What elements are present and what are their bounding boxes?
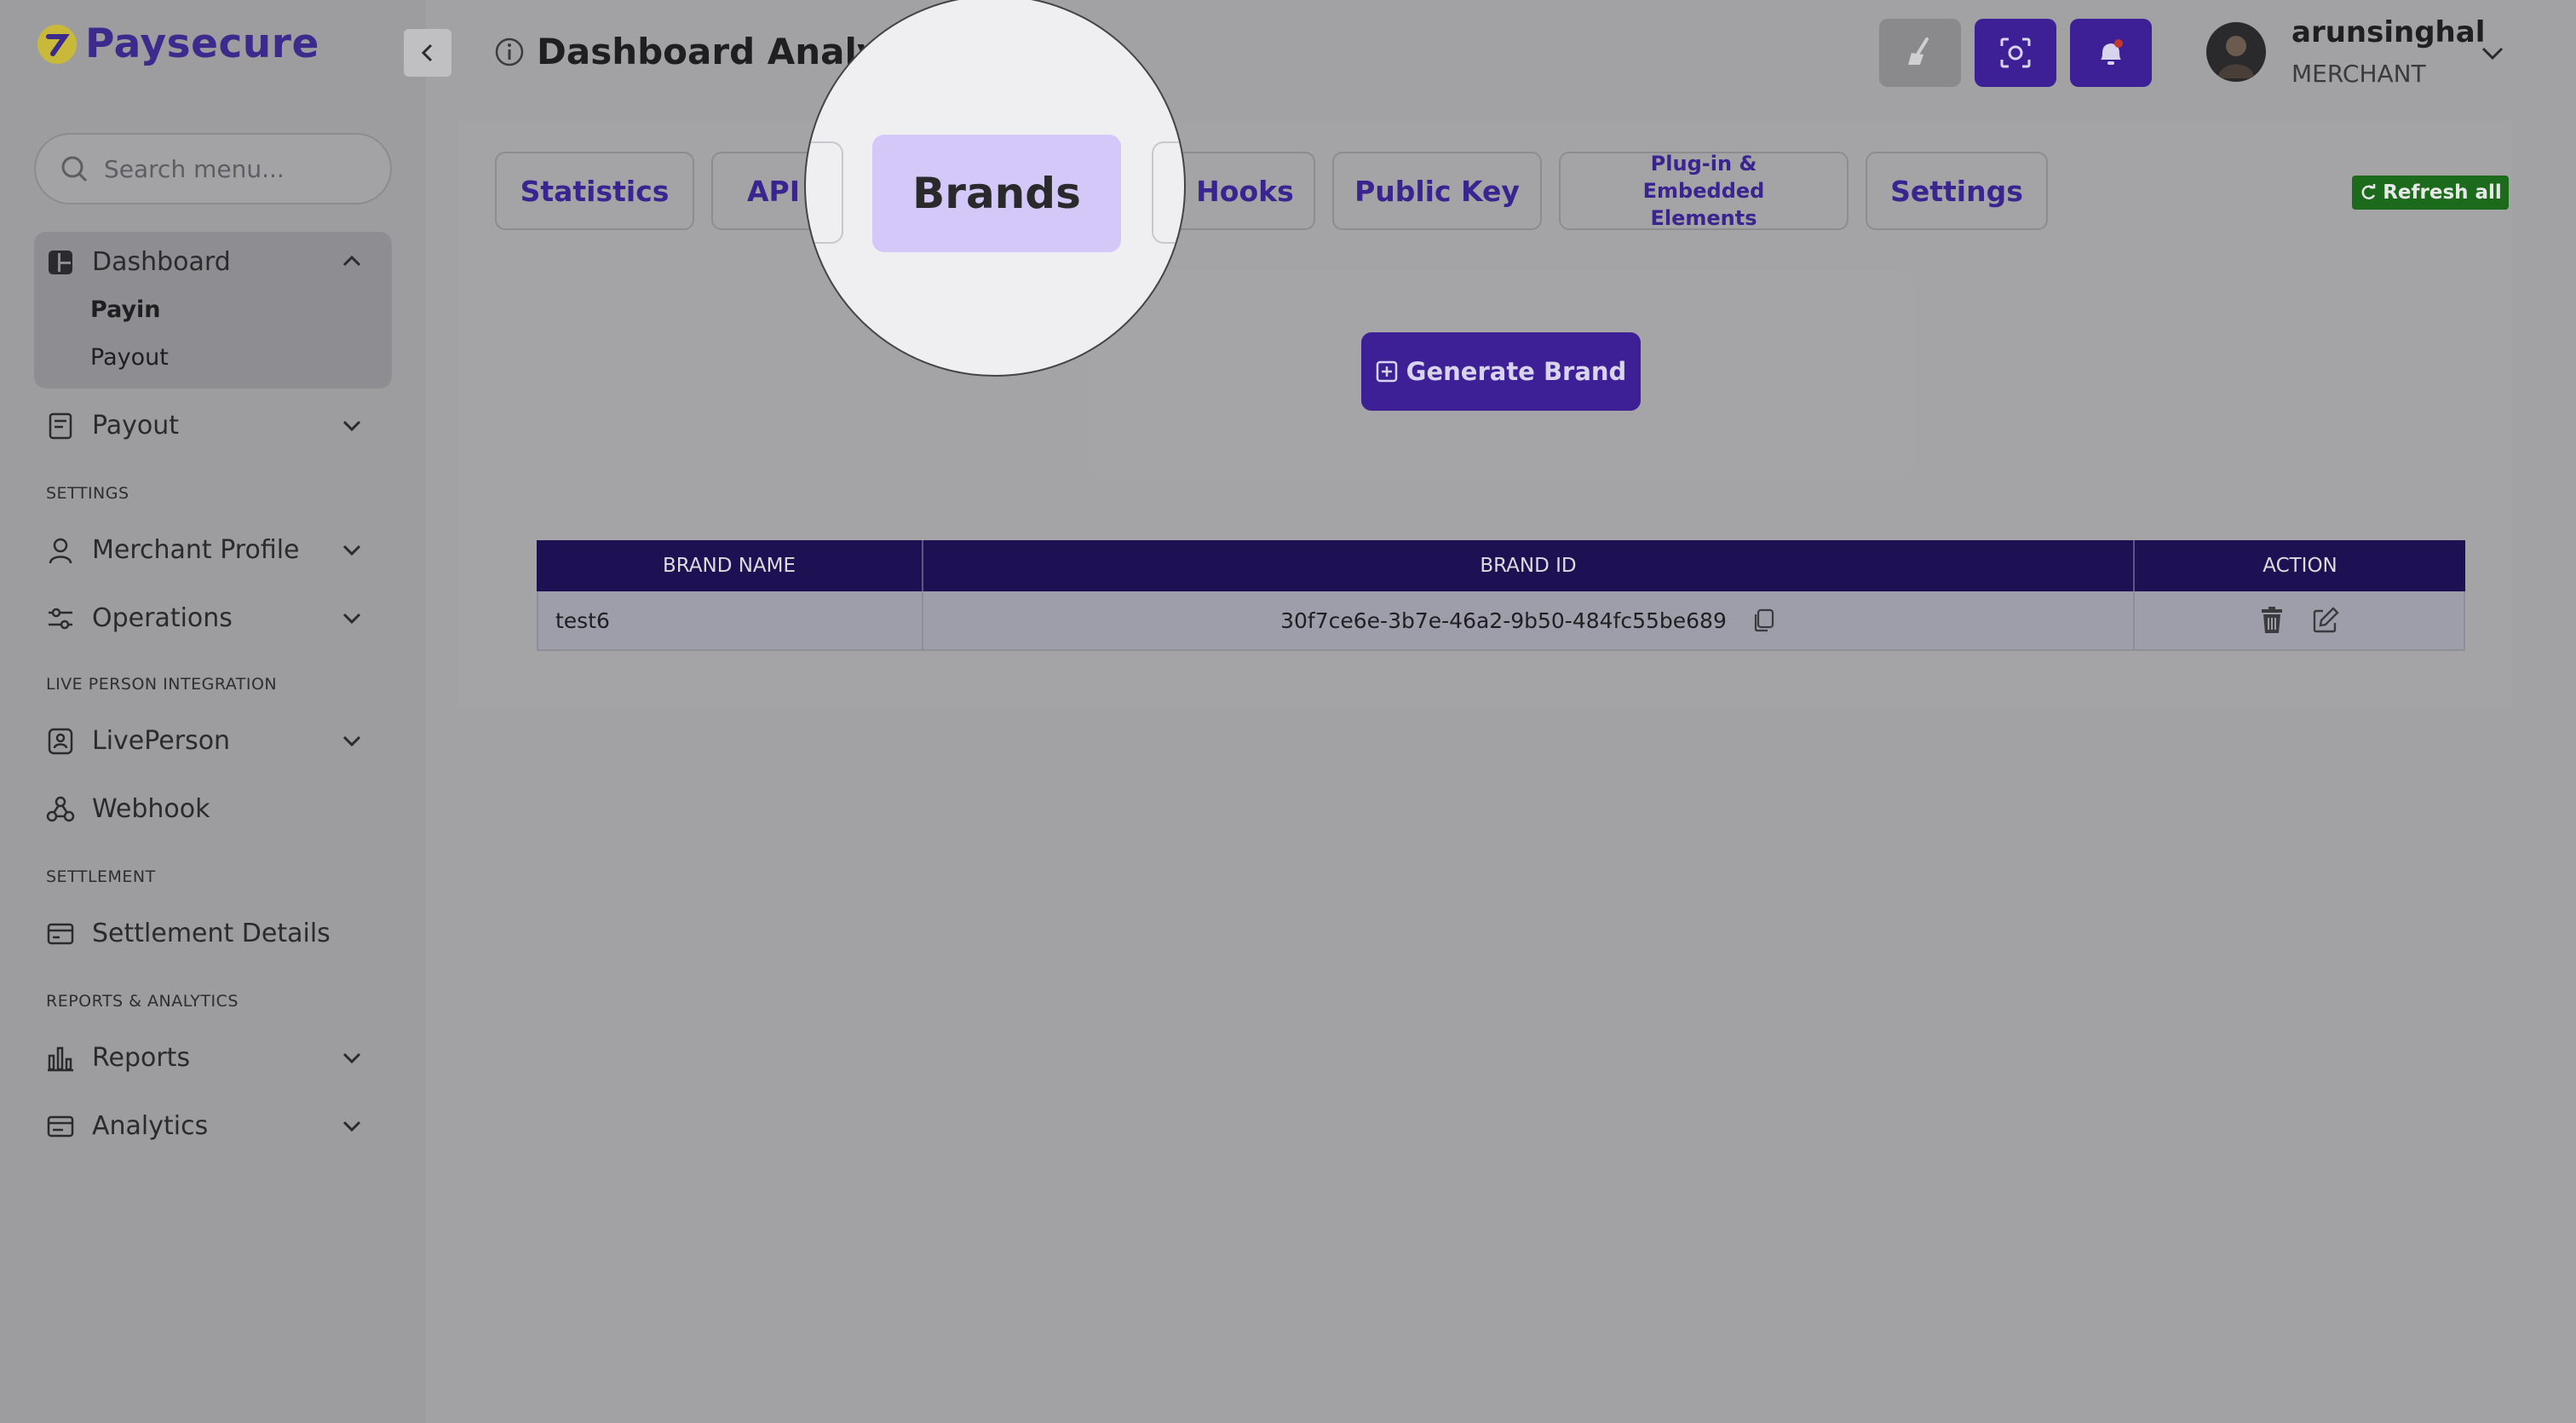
sidebar-item-label: Dashboard bbox=[92, 247, 231, 277]
dashboard-icon bbox=[49, 250, 72, 274]
brand-id-value: 30f7ce6e-3b7e-46a2-9b50-484fc55be689 bbox=[1280, 608, 1727, 633]
plus-square-icon bbox=[1376, 360, 1397, 383]
section-label-settlement: SETTLEMENT bbox=[46, 867, 156, 886]
sidebar-item-dashboard[interactable]: Dashboard bbox=[46, 247, 361, 277]
chevron-left-icon bbox=[421, 43, 433, 62]
card-icon bbox=[47, 923, 74, 944]
sidebar-item-label: Analytics bbox=[92, 1111, 209, 1141]
magnified-tab-edge bbox=[1152, 141, 1184, 244]
sidebar-item-label: Merchant Profile bbox=[92, 535, 300, 565]
chevron-up-icon[interactable] bbox=[339, 249, 365, 274]
sidebar-item-settlement-details[interactable]: Settlement Details bbox=[46, 919, 331, 948]
bar-chart-icon bbox=[48, 1046, 73, 1071]
tab-brands[interactable]: Brands bbox=[872, 135, 1121, 252]
chevron-down-icon[interactable] bbox=[339, 1113, 365, 1138]
column-header-brand-name: BRAND NAME bbox=[537, 540, 923, 591]
logo[interactable]: Paysecure bbox=[37, 20, 319, 67]
generate-brand-label: Generate Brand bbox=[1406, 357, 1627, 386]
magnifier-lens: Brands bbox=[804, 0, 1186, 377]
refresh-label: Refresh all bbox=[2383, 181, 2502, 204]
sidebar-subitem-payin[interactable]: Payin bbox=[90, 297, 161, 323]
search-icon bbox=[61, 156, 88, 182]
sidebar-item-label: LivePerson bbox=[92, 726, 231, 756]
sidebar-item-label: Reports bbox=[92, 1043, 191, 1073]
logo-icon bbox=[37, 24, 77, 64]
magnified-tab-edge bbox=[806, 141, 843, 244]
sidebar-item-webhook[interactable]: Webhook bbox=[46, 794, 210, 824]
brands-table: BRAND NAME BRAND ID ACTION test6 30f7ce6… bbox=[537, 540, 2465, 651]
analytics-icon bbox=[47, 1115, 74, 1137]
search-placeholder: Search menu... bbox=[104, 154, 285, 183]
sliders-icon bbox=[49, 608, 72, 629]
column-header-action: ACTION bbox=[2263, 555, 2337, 577]
webhook-icon bbox=[46, 796, 75, 821]
chevron-down-icon[interactable] bbox=[339, 1045, 365, 1070]
section-label-settings: SETTINGS bbox=[46, 484, 129, 503]
user-avatar-icon bbox=[2218, 36, 2254, 78]
tab-public-key[interactable]: Public Key bbox=[1332, 152, 1542, 230]
chevron-down-icon[interactable] bbox=[339, 412, 365, 438]
sidebar-subitem-payout[interactable]: Payout bbox=[90, 344, 169, 371]
tab-settings[interactable]: Settings bbox=[1866, 152, 2048, 230]
tab-plugin-embedded[interactable]: Plug-in & Embedded Elements bbox=[1559, 152, 1849, 230]
user-name: arunsinghal bbox=[2291, 15, 2486, 49]
sidebar-item-operations[interactable]: Operations bbox=[46, 603, 361, 633]
brand-name-cell: test6 bbox=[538, 591, 923, 649]
copy-icon[interactable] bbox=[1751, 608, 1776, 633]
user-icon bbox=[49, 538, 72, 563]
clear-button[interactable] bbox=[1879, 19, 1961, 87]
sidebar-item-analytics[interactable]: Analytics bbox=[46, 1111, 361, 1141]
sidebar-item-label: Operations bbox=[92, 603, 233, 633]
chevron-down-icon[interactable] bbox=[2477, 37, 2508, 68]
screenshot-button[interactable] bbox=[1975, 19, 2056, 87]
table-header: BRAND NAME BRAND ID ACTION bbox=[537, 540, 2465, 591]
action-cell bbox=[2135, 591, 2464, 649]
info-icon[interactable] bbox=[494, 37, 525, 67]
sidebar-item-reports[interactable]: Reports bbox=[46, 1043, 361, 1073]
trash-icon[interactable] bbox=[2258, 606, 2286, 635]
chevron-down-icon[interactable] bbox=[339, 728, 365, 753]
column-header-brand-id: BRAND ID bbox=[923, 540, 2135, 591]
tab-statistics[interactable]: Statistics bbox=[495, 152, 694, 230]
sidebar-item-merchant-profile[interactable]: Merchant Profile bbox=[46, 535, 361, 565]
sidebar-item-label: Payout bbox=[92, 411, 180, 441]
sidebar-item-label: Settlement Details bbox=[92, 919, 331, 948]
avatar[interactable] bbox=[2206, 22, 2266, 82]
edit-icon[interactable] bbox=[2311, 606, 2340, 635]
scan-icon bbox=[2000, 37, 2031, 68]
broom-icon bbox=[1908, 37, 1929, 65]
chevron-down-icon[interactable] bbox=[339, 605, 365, 631]
sidebar-item-label: Webhook bbox=[92, 794, 210, 824]
table-row: test6 30f7ce6e-3b7e-46a2-9b50-484fc55be6… bbox=[537, 591, 2465, 651]
refresh-all-button[interactable]: Refresh all bbox=[2352, 176, 2509, 210]
generate-brand-button[interactable]: Generate Brand bbox=[1361, 332, 1641, 411]
collapse-sidebar-button[interactable] bbox=[404, 29, 451, 77]
section-label-reports: REPORTS & ANALYTICS bbox=[46, 992, 239, 1011]
section-label-live-person: LIVE PERSON INTEGRATION bbox=[46, 675, 278, 694]
receipt-icon bbox=[49, 412, 72, 439]
notifications-button[interactable] bbox=[2070, 19, 2152, 87]
sidebar-item-payout[interactable]: Payout bbox=[46, 411, 361, 441]
sidebar: Paysecure Search menu... Dashboard Payin… bbox=[0, 0, 426, 1423]
search-input[interactable]: Search menu... bbox=[34, 133, 392, 205]
sidebar-item-liveperson[interactable]: LivePerson bbox=[46, 726, 361, 756]
bell-icon bbox=[2101, 39, 2123, 65]
chevron-down-icon[interactable] bbox=[339, 537, 365, 562]
brand-id-cell: 30f7ce6e-3b7e-46a2-9b50-484fc55be689 bbox=[923, 591, 2135, 649]
user-role: MERCHANT bbox=[2291, 60, 2426, 88]
brand-name: Paysecure bbox=[85, 20, 319, 67]
refresh-icon bbox=[2361, 184, 2376, 199]
badge-user-icon bbox=[48, 728, 73, 754]
